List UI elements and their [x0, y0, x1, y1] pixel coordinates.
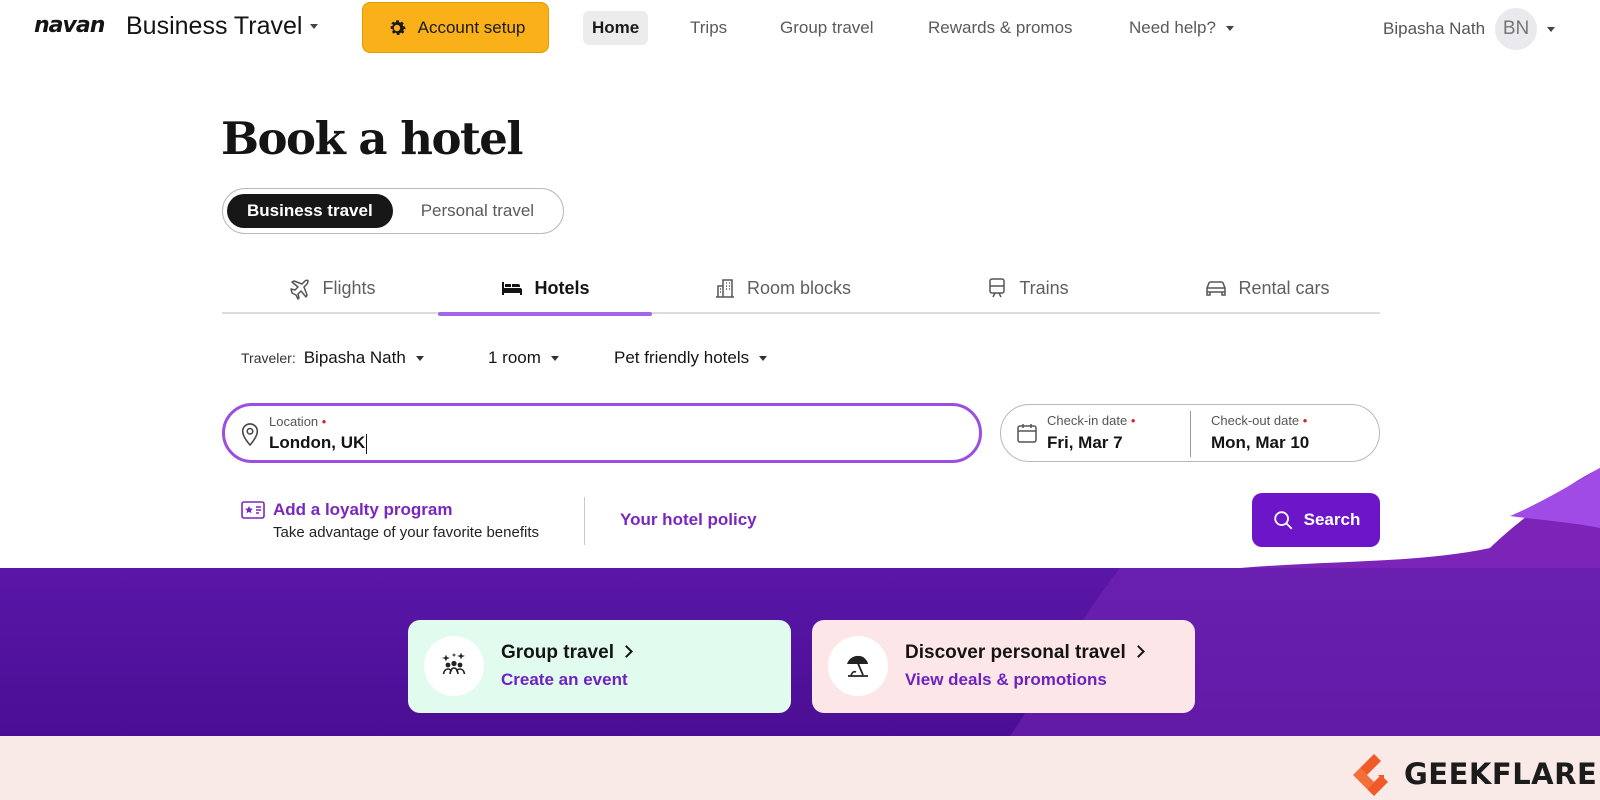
group-travel-subtitle: Create an event	[501, 670, 628, 689]
travel-type-toggle: Business travel Personal travel	[222, 188, 564, 234]
tab-rental-cars[interactable]: Rental cars	[1157, 262, 1377, 314]
personal-travel-option[interactable]: Personal travel	[401, 194, 554, 228]
loyalty-subtitle: Take advantage of your favorite benefits	[273, 524, 540, 541]
geekflare-watermark: GEEKFLARE	[1350, 751, 1597, 797]
location-value: London, UK	[269, 433, 368, 454]
checkin-label: Check-in date •	[1047, 413, 1135, 428]
date-range-field: Check-in date • Fri, Mar 7 Check-out dat…	[1000, 404, 1380, 462]
nav-need-help[interactable]: Need help?	[1129, 11, 1234, 45]
promo-band: Group travel Create an event Discover pe…	[0, 568, 1600, 736]
group-icon	[424, 636, 484, 696]
watermark-text: GEEKFLARE	[1404, 757, 1598, 791]
checkin-label-text: Check-in date	[1047, 413, 1128, 428]
train-icon	[989, 278, 1006, 298]
checkin-value: Fri, Mar 7	[1047, 433, 1123, 452]
account-setup-button[interactable]: Account setup	[362, 2, 549, 53]
nav-group-travel[interactable]: Group travel	[780, 11, 874, 45]
band-decoration	[1010, 568, 1600, 736]
checkin-date-field[interactable]: Check-in date • Fri, Mar 7	[1001, 405, 1190, 461]
traveler-label: Traveler:	[241, 350, 296, 366]
navan-logo-mark: navan	[34, 13, 106, 38]
user-name: Bipasha Nath	[1383, 19, 1486, 38]
booking-tabs: Flights Hotels Room blocks Trains Rental…	[222, 262, 1380, 316]
tab-flights[interactable]: Flights	[222, 262, 442, 314]
tab-trains[interactable]: Trains	[917, 262, 1137, 314]
location-value-text: London, UK	[269, 433, 366, 452]
chevron-down-icon	[550, 355, 559, 361]
group-travel-title: Group travel	[501, 642, 633, 664]
buildings-icon	[715, 279, 734, 298]
business-travel-option[interactable]: Business travel	[227, 194, 393, 228]
required-dot: •	[1130, 413, 1136, 428]
hotel-filter-select[interactable]: Pet friendly hotels	[614, 344, 768, 372]
plane-icon	[290, 279, 310, 300]
svg-text:navan: navan	[34, 13, 105, 35]
user-menu[interactable]: Bipasha Nath BN	[1383, 8, 1556, 50]
chevron-down-icon	[415, 355, 424, 361]
personal-travel-title-text: Discover personal travel	[905, 642, 1126, 663]
group-travel-card[interactable]: Group travel Create an event	[408, 620, 791, 713]
required-dot: •	[1302, 413, 1308, 428]
tab-label: Hotels	[534, 277, 590, 298]
chevron-right-icon	[620, 645, 633, 658]
top-navigation-bar: navan Business Travel Account setup Home…	[0, 0, 1600, 56]
beach-umbrella-icon	[828, 636, 888, 696]
checkout-label-text: Check-out date	[1211, 413, 1300, 428]
required-dot: •	[321, 414, 327, 429]
location-pin-icon	[241, 423, 259, 447]
checkout-date-field[interactable]: Check-out date • Mon, Mar 10	[1191, 405, 1379, 461]
navan-logo: navan	[34, 12, 118, 41]
chevron-right-icon	[1131, 645, 1145, 658]
tab-room-blocks[interactable]: Room blocks	[672, 262, 892, 314]
location-input[interactable]: Location • London, UK	[222, 403, 982, 463]
product-name: Business Travel	[126, 12, 303, 40]
loyalty-card-icon	[241, 501, 265, 519]
gear-icon	[390, 19, 406, 35]
page-title: Book a hotel	[221, 112, 523, 165]
tab-label: Room blocks	[746, 277, 852, 298]
location-label-text: Location	[269, 414, 319, 429]
chevron-down-icon	[759, 355, 768, 361]
traveler-value: Bipasha Nath	[303, 348, 406, 367]
rooms-select[interactable]: 1 room	[488, 344, 559, 372]
bed-icon	[502, 282, 523, 295]
tab-label: Trains	[1019, 277, 1069, 298]
brand-menu[interactable]: navan Business Travel	[34, 12, 319, 41]
need-help-label: Need help?	[1129, 18, 1216, 37]
geekflare-logo-icon	[1353, 754, 1388, 796]
tab-label: Flights	[322, 277, 376, 298]
hotel-filter-value: Pet friendly hotels	[614, 348, 750, 367]
tab-hotels[interactable]: Hotels	[438, 262, 652, 316]
checkout-value: Mon, Mar 10	[1211, 433, 1310, 452]
group-travel-title-text: Group travel	[501, 642, 614, 663]
chevron-down-icon	[1225, 25, 1234, 31]
location-label: Location •	[269, 414, 326, 429]
beach-umbrella-icon-svg	[847, 655, 868, 677]
nav-trips[interactable]: Trips	[690, 11, 727, 45]
account-setup-label: Account setup	[417, 17, 526, 37]
loyalty-title: Add a loyalty program	[273, 500, 453, 519]
nav-home[interactable]: Home	[583, 11, 649, 45]
nav-rewards-promos[interactable]: Rewards & promos	[928, 11, 1073, 45]
hotel-policy-link[interactable]: Your hotel policy	[620, 510, 757, 530]
personal-travel-card[interactable]: Discover personal travel View deals & pr…	[812, 620, 1195, 713]
personal-travel-subtitle: View deals & promotions	[905, 670, 1107, 689]
chevron-down-icon	[1547, 26, 1556, 32]
group-icon-svg	[442, 652, 466, 675]
traveler-select[interactable]: Traveler: Bipasha Nath	[241, 344, 424, 372]
rooms-value: 1 room	[488, 348, 541, 367]
tab-label: Rental cars	[1238, 277, 1330, 298]
text-cursor	[366, 433, 368, 454]
avatar: BN	[1495, 8, 1538, 50]
checkout-label: Check-out date •	[1211, 413, 1307, 428]
vertical-divider	[584, 497, 585, 545]
car-icon	[1206, 281, 1227, 296]
personal-travel-title: Discover personal travel	[905, 642, 1145, 664]
chevron-down-icon	[310, 24, 319, 29]
